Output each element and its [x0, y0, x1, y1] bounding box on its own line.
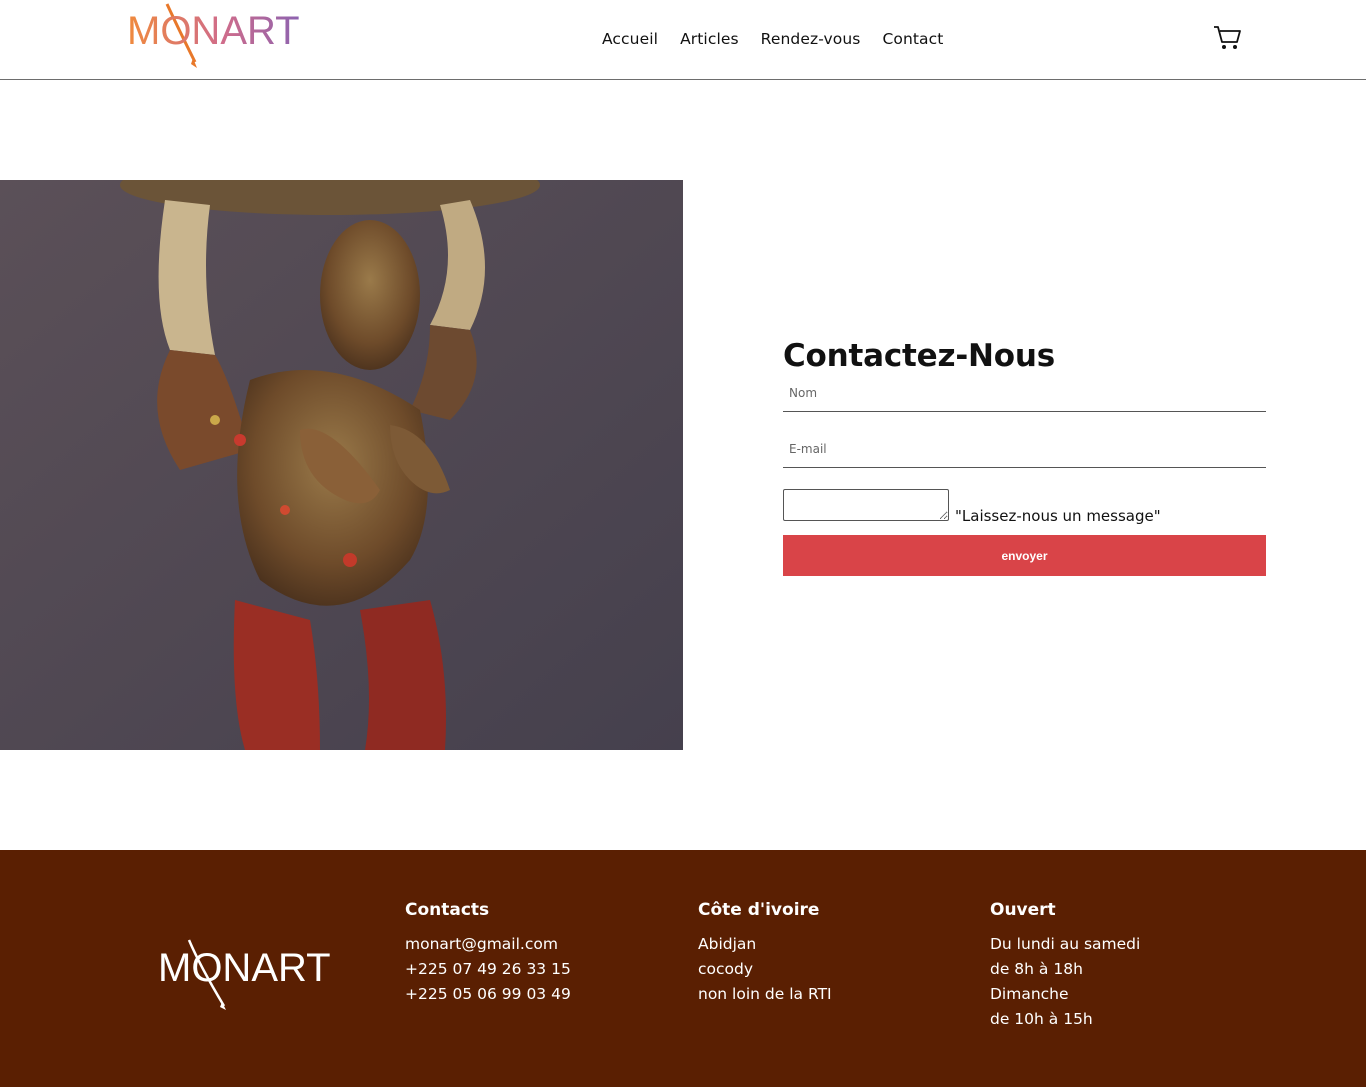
footer-location-title: Côte d'ivoire — [698, 900, 820, 920]
footer-phone-1[interactable]: +225 07 49 26 33 15 — [405, 957, 571, 982]
message-row: "Laissez-nous un message" — [783, 489, 1161, 525]
message-textarea[interactable] — [783, 489, 949, 521]
email-field-wrapper — [783, 430, 1266, 468]
main-nav: Accueil Articles Rendez-vous Contact — [602, 30, 943, 48]
footer-hours-column: Ouvert Du lundi au samedi de 8h à 18h Di… — [990, 900, 1140, 1032]
footer-logo[interactable]: MONART — [158, 938, 334, 1010]
footer-hours-weekdays: Du lundi au samedi — [990, 935, 1141, 953]
footer-hours-title: Ouvert — [990, 900, 1056, 920]
nav-rendez-vous[interactable]: Rendez-vous — [761, 30, 861, 48]
contact-title: Contactez-Nous — [783, 338, 1055, 374]
nav-articles[interactable]: Articles — [680, 30, 739, 48]
site-header: MONART Accueil Articles Rendez-vous Cont… — [0, 0, 1366, 80]
footer-hours-weekdays-time: de 8h à 18h — [990, 960, 1083, 978]
cart-icon[interactable] — [1212, 24, 1242, 52]
footer-landmark: non loin de la RTI — [698, 985, 832, 1003]
name-input[interactable] — [783, 374, 1266, 411]
email-input[interactable] — [783, 430, 1266, 467]
footer-contacts-title: Contacts — [405, 900, 490, 920]
footer-phone-2[interactable]: +225 05 06 99 03 49 — [405, 982, 571, 1007]
sculpture-image — [0, 180, 683, 750]
name-field-wrapper — [783, 374, 1266, 412]
nav-contact[interactable]: Contact — [882, 30, 943, 48]
message-label: "Laissez-nous un message" — [955, 507, 1161, 525]
footer-hours-sunday-time: de 10h à 15h — [990, 1010, 1093, 1028]
send-button[interactable]: envoyer — [783, 535, 1266, 576]
sculpture-illustration — [0, 180, 683, 750]
footer-email[interactable]: monart@gmail.com — [405, 932, 571, 957]
footer-district: cocody — [698, 960, 754, 978]
brand-logo[interactable]: MONART — [127, 0, 302, 72]
footer-hours-sunday: Dimanche — [990, 985, 1069, 1003]
nav-accueil[interactable]: Accueil — [602, 30, 658, 48]
contact-form: Contactez-Nous "Laissez-nous un message"… — [783, 338, 1266, 576]
svg-text:MONART: MONART — [127, 9, 300, 53]
svg-text:MONART: MONART — [158, 946, 331, 990]
footer-contacts-column: Contacts monart@gmail.com +225 07 49 26 … — [405, 900, 571, 1007]
footer-city: Abidjan — [698, 935, 757, 953]
site-footer: MONART Contacts monart@gmail.com +225 07… — [0, 850, 1366, 1087]
footer-location-column: Côte d'ivoire Abidjan cocody non loin de… — [698, 900, 832, 1007]
